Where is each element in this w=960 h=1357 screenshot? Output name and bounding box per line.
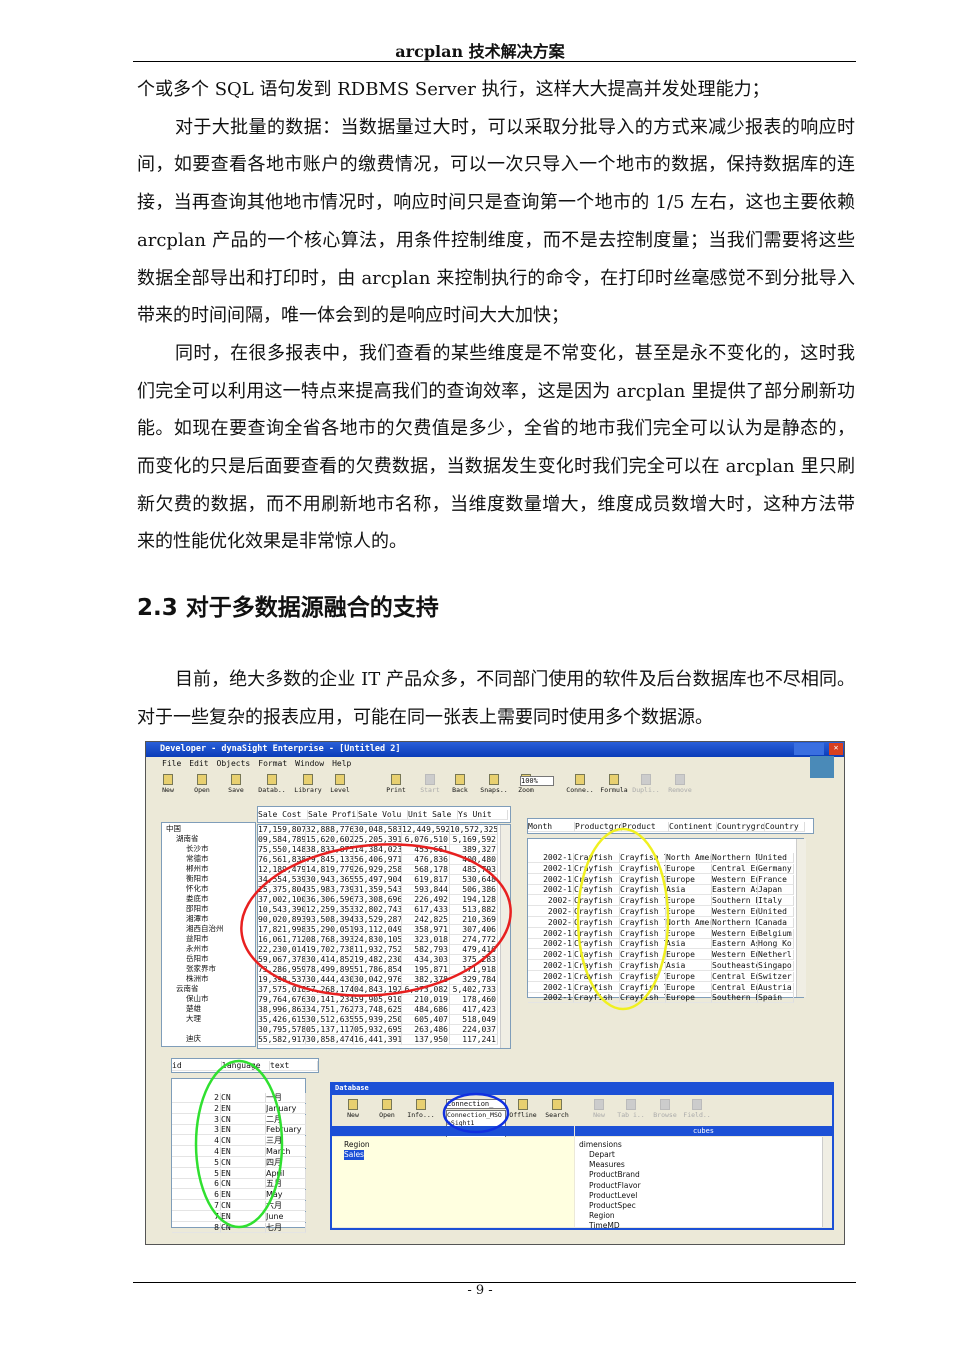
green-highlight-ellipse bbox=[194, 1059, 284, 1229]
page-number: - 9 - bbox=[467, 1283, 493, 1298]
body-text: 个或多个 SQL 语句发到 RDBMS Server 执行，这样大大提高并发处理… bbox=[137, 71, 855, 561]
section-body: 目前，绝大多数的企业 IT 产品众多，不同部门使用的软件及后台数据库也不尽相同。… bbox=[137, 661, 855, 736]
page-header: arcplan 技术解决方案 bbox=[395, 42, 565, 61]
section-heading: 2.3 对于多数据源融合的支持 bbox=[137, 595, 439, 621]
paragraph: 同时，在很多报表中，我们查看的某些维度是不常变化，甚至是永不变化的，这时我们完全… bbox=[137, 342, 855, 553]
yellow-highlight-ellipse bbox=[576, 827, 670, 1011]
paragraph: 目前，绝大多数的企业 IT 产品众多，不同部门使用的软件及后台数据库也不尽相同。… bbox=[137, 669, 855, 728]
header-rule bbox=[133, 61, 856, 62]
red-highlight-ellipse bbox=[240, 843, 512, 997]
paragraph: 个或多个 SQL 语句发到 RDBMS Server 执行，这样大大提高并发处理… bbox=[137, 79, 770, 100]
blue-highlight-ellipse bbox=[442, 1092, 510, 1134]
paragraph: 对于大批量的数据：当数据量过大时，可以采取分批导入的方式来减少报表的响应时间，如… bbox=[137, 116, 855, 327]
app-screenshot: Developer - dynaSight Enterprise - [Unti… bbox=[145, 741, 845, 1245]
annotation-overlay bbox=[194, 827, 670, 1229]
